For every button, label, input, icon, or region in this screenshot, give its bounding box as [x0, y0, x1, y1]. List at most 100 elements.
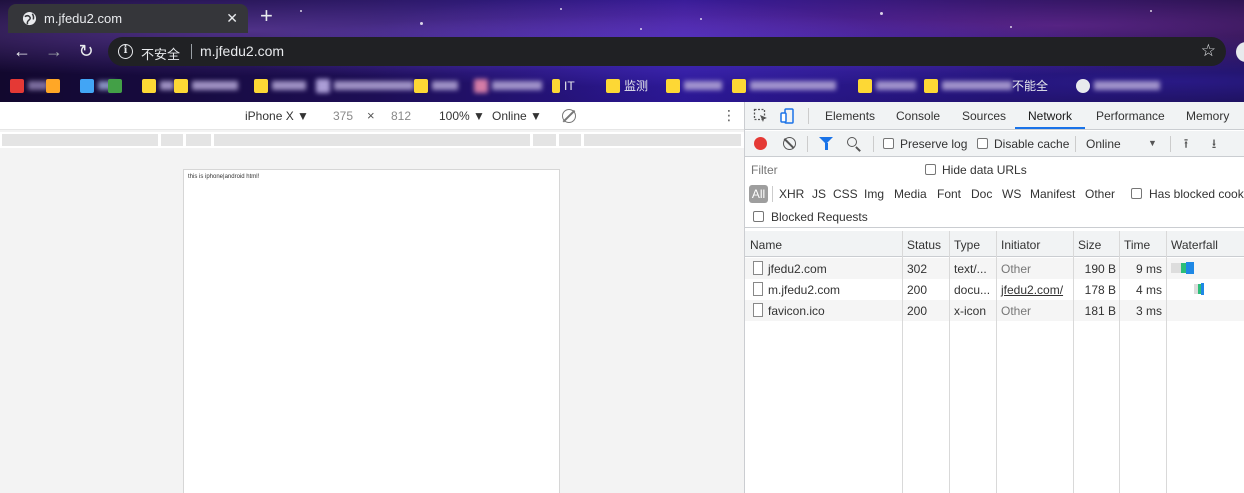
type-media-button[interactable]: Media — [894, 187, 927, 201]
column-header-initiator[interactable]: Initiator — [1001, 231, 1040, 257]
column-divider[interactable] — [902, 231, 903, 493]
type-font-button[interactable]: Font — [937, 187, 961, 201]
request-name[interactable]: jfedu2.com — [768, 262, 827, 276]
width-input[interactable]: 375 — [333, 109, 353, 123]
type-other-button[interactable]: Other — [1085, 187, 1115, 201]
bookmark-star-icon[interactable]: ☆ — [1201, 41, 1216, 61]
url-text[interactable]: m.jfedu2.com — [200, 43, 284, 59]
column-header-time[interactable]: Time — [1124, 231, 1150, 257]
bookmark-item[interactable] — [46, 77, 64, 94]
download-icon[interactable]: ⭳ — [1207, 136, 1221, 151]
type-ws-button[interactable]: WS — [1002, 187, 1021, 201]
column-divider[interactable] — [949, 231, 950, 493]
column-header-type[interactable]: Type — [954, 231, 980, 257]
type-img-button[interactable]: Img — [864, 187, 884, 201]
device-select[interactable]: iPhone X ▼ — [245, 109, 309, 123]
bookmark-item[interactable] — [174, 77, 238, 94]
table-row[interactable]: jfedu2.com 302 text/... Other 190 B 9 ms — [745, 258, 1244, 279]
bookmark-item[interactable] — [1076, 77, 1160, 94]
hide-data-urls-checkbox[interactable] — [925, 164, 936, 175]
tab-network[interactable]: Network — [1028, 109, 1072, 123]
media-query-segment[interactable] — [584, 134, 741, 146]
request-name[interactable]: favicon.ico — [768, 304, 825, 318]
tab-console[interactable]: Console — [896, 109, 940, 123]
search-icon[interactable] — [847, 137, 857, 147]
bookmark-item[interactable] — [924, 77, 1012, 94]
type-xhr-button[interactable]: XHR — [779, 187, 804, 201]
has-blocked-cookies-checkbox[interactable] — [1131, 188, 1142, 199]
type-doc-button[interactable]: Doc — [971, 187, 992, 201]
tab-performance[interactable]: Performance — [1096, 109, 1165, 123]
bookmark-item[interactable] — [108, 77, 126, 94]
filter-icon[interactable] — [819, 137, 833, 150]
address-bar[interactable]: i 不安全 m.jfedu2.com ☆ — [108, 37, 1226, 66]
zoom-select[interactable]: 100% ▼ — [439, 109, 485, 123]
bookmark-item[interactable]: IT — [552, 77, 575, 94]
table-row[interactable]: favicon.ico 200 x-icon Other 181 B 3 ms — [745, 300, 1244, 321]
type-all-button[interactable]: All — [749, 185, 768, 203]
media-query-segment[interactable] — [559, 134, 581, 146]
forward-icon[interactable]: → — [44, 41, 64, 61]
device-viewport[interactable]: this is iphone|android html! — [183, 169, 560, 493]
tab-memory[interactable]: Memory — [1186, 109, 1229, 123]
tab-sources[interactable]: Sources — [962, 109, 1006, 123]
bookmark-item[interactable] — [666, 77, 722, 94]
rotate-icon[interactable] — [562, 109, 576, 123]
chevron-down-icon[interactable]: ▼ — [1148, 138, 1157, 148]
tab-elements[interactable]: Elements — [825, 109, 875, 123]
clear-icon[interactable] — [783, 137, 796, 150]
height-input[interactable]: 812 — [391, 109, 411, 123]
table-row[interactable]: m.jfedu2.com 200 docu... jfedu2.com/ 178… — [745, 279, 1244, 300]
bookmark-item[interactable] — [10, 77, 48, 94]
media-query-segment[interactable] — [2, 134, 158, 146]
reload-icon[interactable]: ↻ — [76, 41, 96, 61]
request-name[interactable]: m.jfedu2.com — [768, 283, 840, 297]
more-options-icon[interactable]: ⋮ — [722, 108, 736, 122]
request-initiator-link[interactable]: jfedu2.com/ — [1001, 283, 1063, 297]
bookmark-item[interactable]: 不能全 — [1012, 77, 1048, 94]
close-icon[interactable]: ✕ — [226, 10, 238, 26]
new-tab-button[interactable]: + — [260, 5, 273, 27]
divider — [873, 136, 874, 152]
column-divider[interactable] — [1166, 231, 1167, 493]
bookmark-item[interactable] — [142, 77, 174, 94]
type-manifest-button[interactable]: Manifest — [1030, 187, 1075, 201]
resource-type-filter: All XHR JS CSS Img Media Font Doc WS Man… — [745, 182, 1244, 206]
column-header-waterfall[interactable]: Waterfall — [1171, 231, 1218, 257]
bookmark-item[interactable] — [254, 77, 306, 94]
device-toggle-icon[interactable] — [780, 108, 796, 124]
record-icon[interactable] — [754, 137, 767, 150]
avatar[interactable] — [1236, 42, 1244, 62]
media-query-segment[interactable] — [214, 134, 530, 146]
inspect-element-icon[interactable] — [753, 108, 769, 124]
security-label[interactable]: 不安全 — [141, 44, 180, 63]
bookmark-item[interactable] — [316, 77, 414, 94]
column-divider[interactable] — [1119, 231, 1120, 493]
request-size: 178 B — [1084, 283, 1116, 297]
preserve-log-checkbox[interactable] — [883, 138, 894, 149]
bookmark-item[interactable] — [414, 77, 458, 94]
column-divider[interactable] — [996, 231, 997, 493]
bookmark-item[interactable] — [732, 77, 836, 94]
type-css-button[interactable]: CSS — [833, 187, 858, 201]
bookmark-item[interactable] — [474, 77, 542, 94]
column-divider[interactable] — [1073, 231, 1074, 493]
column-header-status[interactable]: Status — [907, 231, 941, 257]
bookmark-item[interactable] — [858, 77, 916, 94]
blocked-requests-checkbox[interactable] — [753, 211, 764, 222]
column-header-size[interactable]: Size — [1078, 231, 1101, 257]
info-icon[interactable]: i — [118, 44, 133, 59]
disable-cache-checkbox[interactable] — [977, 138, 988, 149]
media-query-segment[interactable] — [533, 134, 556, 146]
throttling-select[interactable]: Online — [1086, 137, 1121, 151]
browser-tab[interactable]: m.jfedu2.com ✕ — [8, 4, 248, 33]
type-js-button[interactable]: JS — [812, 187, 826, 201]
upload-icon[interactable]: ⭱ — [1179, 136, 1193, 151]
network-select[interactable]: Online ▼ — [492, 109, 542, 123]
bookmark-item[interactable]: 监测 — [606, 77, 648, 94]
media-query-segment[interactable] — [161, 134, 183, 146]
back-icon[interactable]: ← — [12, 41, 32, 61]
filter-input[interactable] — [749, 161, 912, 179]
column-header-name[interactable]: Name — [750, 231, 782, 257]
media-query-segment[interactable] — [186, 134, 211, 146]
